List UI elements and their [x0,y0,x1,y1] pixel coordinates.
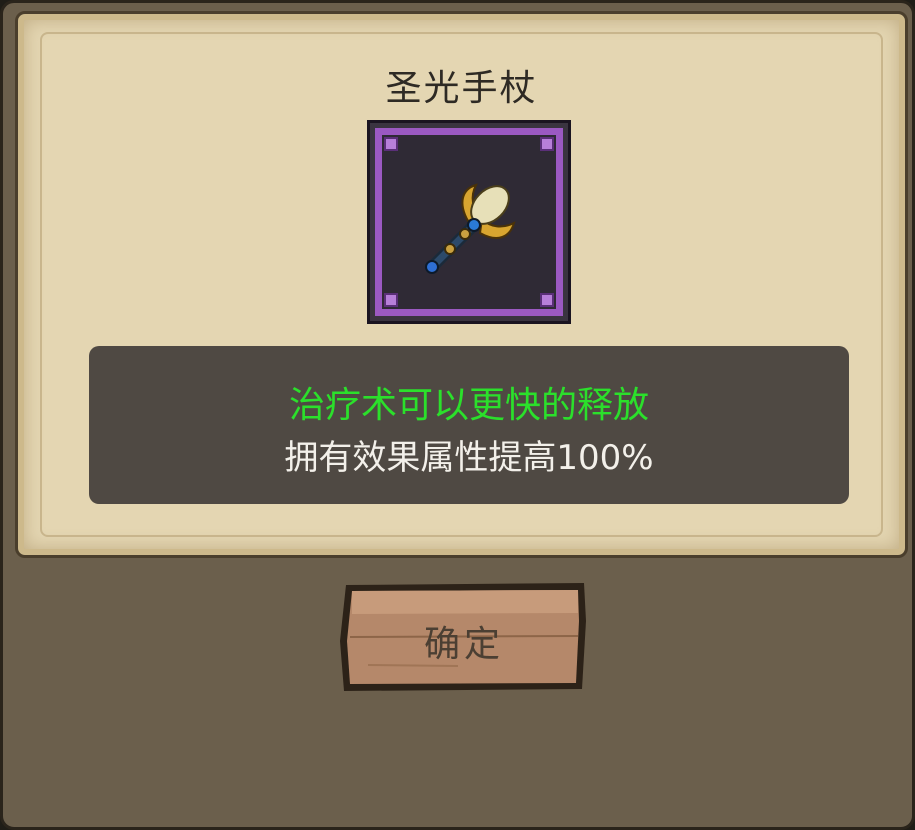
item-detail-dialog: 圣光手杖 治疗术可以更快的释放 拥有效果属性提高100% 确定 [0,0,915,830]
confirm-button[interactable]: 确定 [338,581,590,693]
item-title: 圣光手杖 [385,68,538,109]
effect-text: 治疗术可以更快的释放 [288,385,649,426]
confirm-button-label: 确定 [423,624,504,665]
description-box: 治疗术可以更快的释放 拥有效果属性提高100% [89,346,849,504]
holy-scepter-icon [425,183,516,274]
frame-corner [384,137,398,151]
frame-corner [540,293,554,307]
frame-corner [384,293,398,307]
item-slot [367,120,571,324]
stat-text: 拥有效果属性提高100% [284,438,654,478]
frame-corner [540,137,554,151]
parchment-panel: 圣光手杖 治疗术可以更快的释放 拥有效果属性提高100% [15,11,908,558]
